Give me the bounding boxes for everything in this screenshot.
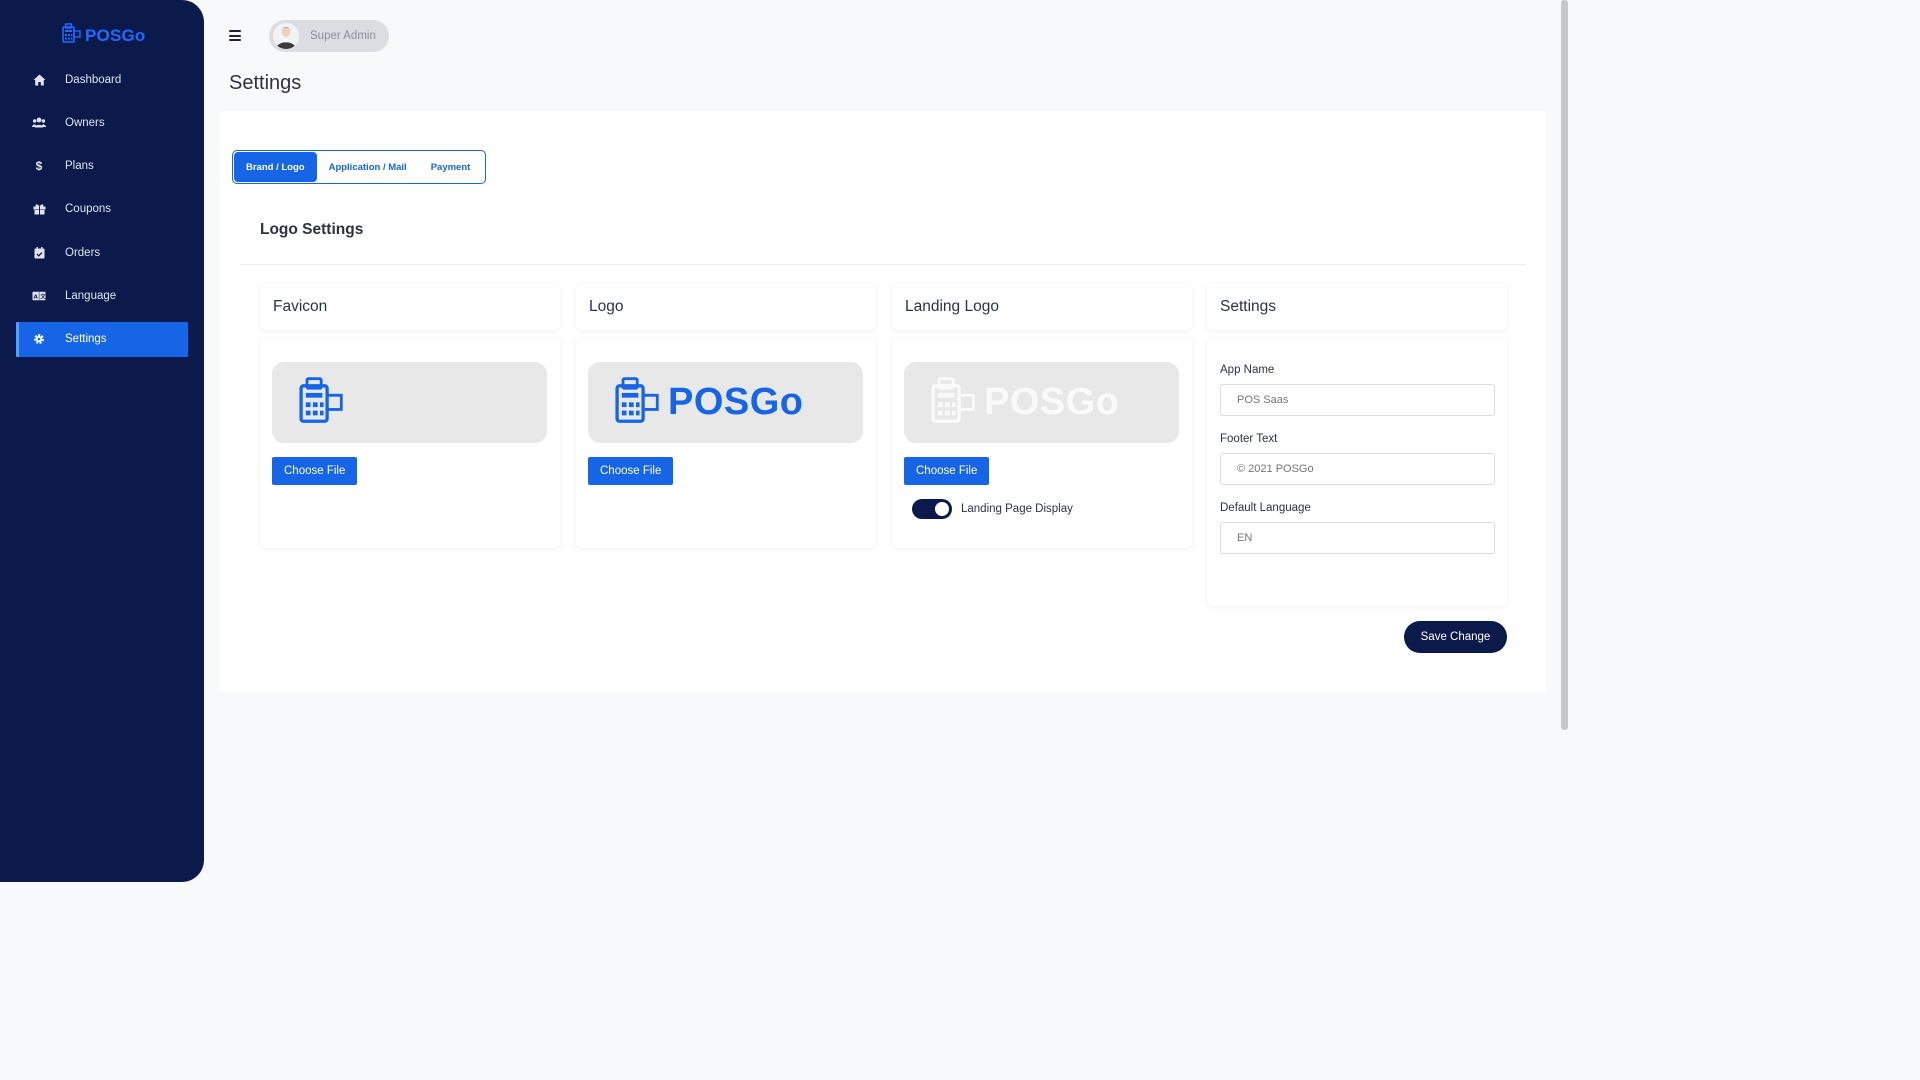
- logo-preview: POSGo: [588, 362, 863, 443]
- brand-name: POSGo: [85, 25, 146, 45]
- favicon-panel: Favicon Choose File: [260, 284, 560, 548]
- sidebar-item-plans[interactable]: $ Plans: [16, 149, 188, 184]
- pos-terminal-icon: [926, 374, 978, 431]
- sidebar-item-label: Plans: [65, 160, 94, 173]
- favicon-preview: [272, 362, 547, 443]
- sidebar-item-label: Language: [65, 289, 117, 302]
- footer-text-label: Footer Text: [1220, 433, 1278, 445]
- sidebar-item-orders[interactable]: Orders: [16, 235, 188, 270]
- app-settings-body: App Name Footer Text Default Language: [1207, 338, 1507, 606]
- section-title: Logo Settings: [260, 221, 364, 238]
- favicon-choose-file-button[interactable]: Choose File: [272, 457, 358, 485]
- tab-application-mail[interactable]: Application / Mail: [317, 152, 419, 182]
- tab-brand-logo[interactable]: Brand / Logo: [234, 152, 317, 182]
- pos-terminal-icon: [60, 22, 82, 49]
- sidebar-nav: Dashboard Owners $ Plans Coupons Orders: [16, 62, 188, 365]
- pos-terminal-icon: [294, 374, 346, 431]
- page-title: Settings: [229, 72, 302, 94]
- logo-body: POSGo Choose File: [576, 338, 876, 548]
- sidebar-item-dashboard[interactable]: Dashboard: [16, 62, 188, 97]
- gear-icon: [32, 332, 46, 346]
- language-icon: A文: [32, 289, 46, 303]
- sidebar-item-label: Dashboard: [65, 73, 122, 86]
- settings-card: Brand / Logo Application / Mail Payment …: [220, 111, 1546, 692]
- user-name: Super Admin: [310, 30, 376, 42]
- landing-logo-title: Landing Logo: [892, 284, 1192, 330]
- calendar-check-icon: [32, 246, 46, 260]
- sidebar-item-label: Settings: [65, 333, 107, 346]
- landing-logo-panel: Landing Logo POSGo Choose File Landing P…: [892, 284, 1192, 548]
- brand-logo[interactable]: POSGo: [60, 22, 146, 49]
- gift-icon: [32, 202, 46, 216]
- logo-choose-file-button[interactable]: Choose File: [588, 457, 674, 485]
- user-menu[interactable]: Super Admin: [269, 20, 389, 52]
- settings-tabs: Brand / Logo Application / Mail Payment: [232, 150, 486, 184]
- svg-text:文: 文: [40, 292, 46, 300]
- users-icon: [32, 116, 46, 130]
- landing-page-display-row: Landing Page Display: [912, 499, 1180, 519]
- avatar: [273, 23, 299, 49]
- tab-payment[interactable]: Payment: [419, 152, 483, 182]
- default-language-label: Default Language: [1220, 502, 1311, 514]
- divider: [240, 264, 1526, 265]
- app-settings-panel: Settings App Name Footer Text Default La…: [1207, 284, 1507, 606]
- landing-logo-wordmark: POSGo: [984, 381, 1120, 423]
- sidebar-item-owners[interactable]: Owners: [16, 105, 188, 140]
- sidebar-item-settings[interactable]: Settings: [16, 321, 188, 357]
- logo-title: Logo: [576, 284, 876, 330]
- home-icon: [32, 73, 46, 87]
- landing-page-display-toggle[interactable]: [912, 499, 952, 519]
- sidebar-item-label: Owners: [65, 116, 105, 129]
- app-name-label: App Name: [1220, 364, 1275, 376]
- landing-logo-body: POSGo Choose File Landing Page Display: [892, 338, 1192, 548]
- logo-wordmark: POSGo: [668, 381, 804, 423]
- favicon-title: Favicon: [260, 284, 560, 330]
- dollar-icon: $: [35, 159, 43, 174]
- sidebar-item-label: Orders: [65, 246, 101, 259]
- sidebar-item-coupons[interactable]: Coupons: [16, 192, 188, 227]
- app-name-input[interactable]: [1220, 384, 1495, 416]
- landing-page-display-label: Landing Page Display: [961, 503, 1073, 515]
- app-settings-title: Settings: [1207, 284, 1507, 330]
- page-scrollbar[interactable]: [1561, 0, 1568, 730]
- footer-text-input[interactable]: [1220, 453, 1495, 485]
- logo-panel: Logo POSGo Choose File: [576, 284, 876, 548]
- sidebar: POSGo Dashboard Owners $ Plans Coupons O…: [0, 0, 204, 882]
- sidebar-item-label: Coupons: [65, 203, 112, 216]
- landing-logo-preview: POSGo: [904, 362, 1179, 443]
- menu-toggle-icon[interactable]: [229, 30, 241, 41]
- sidebar-item-language[interactable]: A文 Language: [16, 278, 188, 313]
- save-change-button[interactable]: Save Change: [1404, 621, 1507, 653]
- landing-logo-choose-file-button[interactable]: Choose File: [904, 457, 990, 485]
- pos-terminal-icon: [610, 374, 662, 431]
- default-language-input[interactable]: [1220, 522, 1495, 554]
- svg-text:A: A: [33, 294, 38, 300]
- favicon-body: Choose File: [260, 338, 560, 548]
